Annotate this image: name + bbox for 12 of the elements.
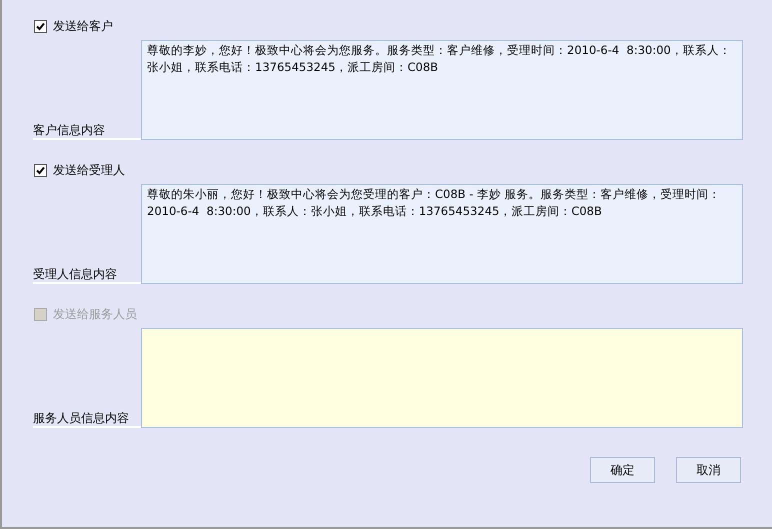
checkbox[interactable] xyxy=(34,20,47,32)
checkbox-label: 发送给服务人员 xyxy=(53,306,137,323)
message-field[interactable] xyxy=(141,328,743,428)
message-field[interactable]: 尊敬的李妙，您好！极致中心将会为您服务。服务类型：客户维修，受理时间：2010-6-4 8:30:00，联系人：张小姐，联系电话：13765453245，派工房间：C08B xyxy=(141,40,743,140)
check-icon xyxy=(36,166,45,174)
check-icon xyxy=(36,22,45,30)
checkbox[interactable] xyxy=(34,164,47,176)
message-field[interactable]: 尊敬的朱小丽，您好！极致中心将会为您受理的客户：C08B - 李妙 服务。服务类型：客户维修，受理时间：2010-6-4 8:30:00，联系人：张小姐，联系电话：13765453245，派工房间：C08B xyxy=(141,184,743,284)
checkbox-label: 发送给客户 xyxy=(53,18,113,35)
dialog-button[interactable]: 确定 xyxy=(590,457,655,483)
dialog-button[interactable]: 取消 xyxy=(676,457,741,483)
checkbox-label: 发送给受理人 xyxy=(53,162,125,179)
